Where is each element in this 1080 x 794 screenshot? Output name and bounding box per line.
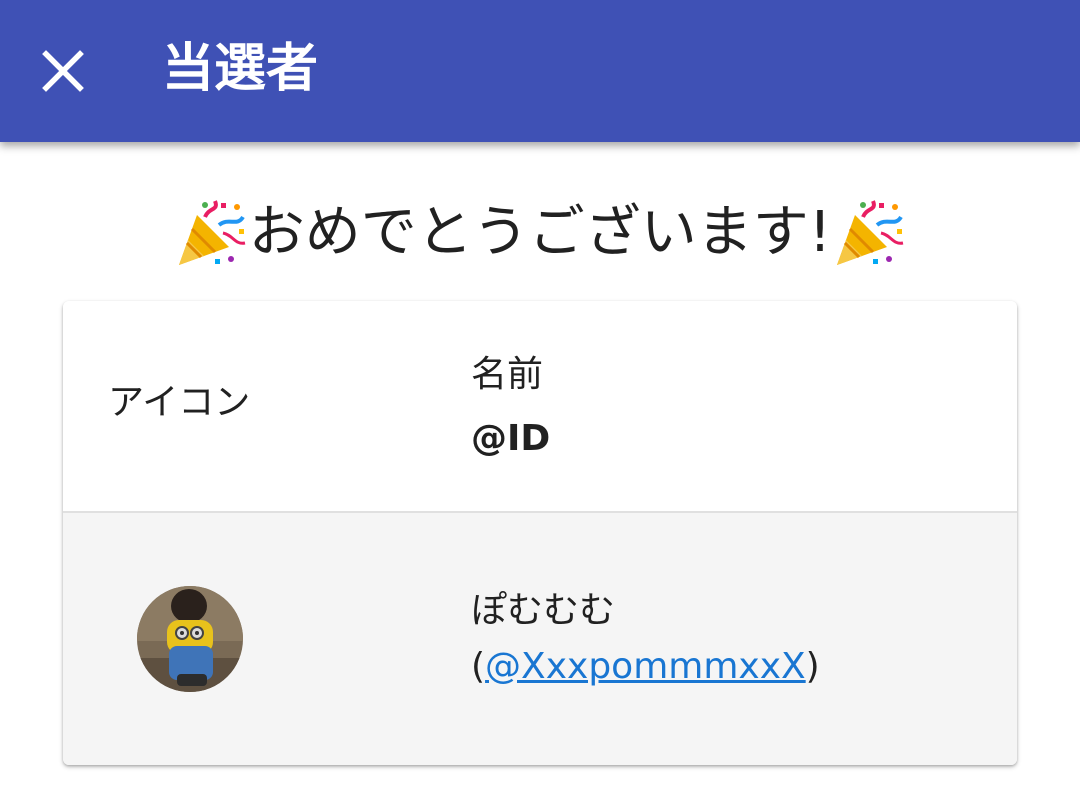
table-header-row: アイコン 名前 @ID (63, 301, 1017, 513)
headline-text: おめでとうございます! (248, 200, 832, 265)
header-id-label: @ID (471, 418, 551, 459)
page-title: 当選者 (162, 39, 319, 99)
party-popper-icon (837, 200, 904, 265)
app-bar: 当選者 (0, 0, 1080, 142)
party-popper-icon (178, 200, 246, 265)
avatar (137, 586, 243, 692)
winner-profile-link[interactable]: @XxxpommmxxX (485, 646, 806, 687)
header-name-label: 名前 (471, 354, 544, 395)
close-icon (42, 50, 84, 92)
congratulations-headline: おめでとうございます! (0, 192, 1080, 274)
winner-avatar (137, 586, 243, 692)
id-open-paren: ( (471, 646, 486, 687)
close-button[interactable] (26, 34, 100, 108)
winner-id: (@XxxpommmxxX) (471, 640, 820, 694)
id-close-paren: ) (805, 646, 820, 687)
winners-table: アイコン 名前 @ID ぽむむむ (@XxxpommmxxX) (63, 301, 1017, 765)
table-row: ぽむむむ (@XxxpommmxxX) (63, 513, 1017, 765)
header-icon-label: アイコン (108, 382, 251, 423)
winner-name: ぽむむむ (471, 590, 616, 631)
